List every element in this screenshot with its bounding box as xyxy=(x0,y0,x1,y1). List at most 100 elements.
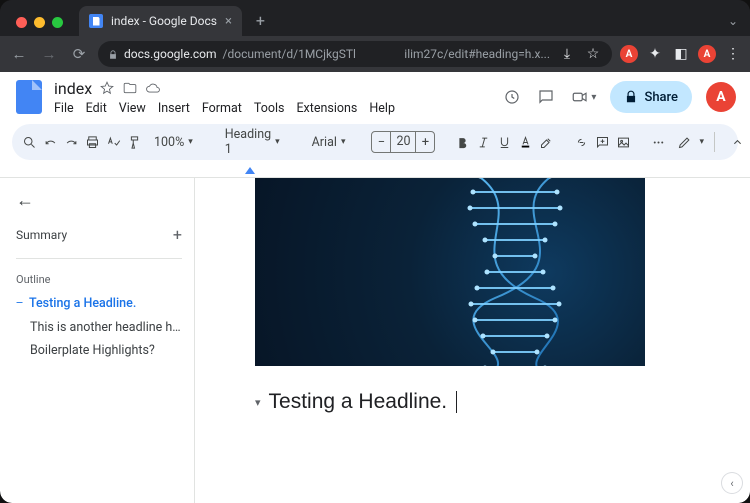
horizontal-ruler[interactable] xyxy=(0,164,750,178)
extensions-puzzle-icon[interactable]: ✦ xyxy=(646,45,664,63)
move-folder-icon[interactable] xyxy=(122,80,138,96)
google-docs-app: index File Edit View Insert Format Tools… xyxy=(0,72,750,503)
menu-extensions[interactable]: Extensions xyxy=(296,101,357,116)
browser-window: index - Google Docs × + ⌄ ← → ⟳ docs.goo… xyxy=(0,0,750,503)
collapse-heading-icon[interactable]: ▾ xyxy=(255,396,261,409)
chevron-down-icon: ▾ xyxy=(591,92,596,103)
zoom-dropdown[interactable]: 100%▾ xyxy=(148,135,199,150)
profile-a-icon[interactable]: A xyxy=(698,45,716,63)
menu-format[interactable]: Format xyxy=(202,101,242,116)
new-tab-button[interactable]: + xyxy=(250,11,271,36)
chevron-down-icon: ▾ xyxy=(188,137,193,147)
install-app-icon[interactable]: ⤓ xyxy=(558,45,576,63)
document-title[interactable]: index xyxy=(54,79,92,98)
document-canvas[interactable]: ▾ Testing a Headline. xyxy=(195,178,750,503)
decrease-font-button[interactable]: − xyxy=(372,135,390,150)
close-window-button[interactable] xyxy=(16,17,27,28)
menu-tools[interactable]: Tools xyxy=(254,101,285,116)
spellcheck-button[interactable] xyxy=(106,130,121,154)
heading-text[interactable]: Testing a Headline. xyxy=(269,390,448,414)
tab-overflow-icon[interactable]: ⌄ xyxy=(716,14,750,36)
history-icon[interactable] xyxy=(502,87,522,107)
font-family-dropdown[interactable]: Arial▾ xyxy=(306,135,352,150)
outline-label: Outline xyxy=(16,267,182,292)
browser-tab[interactable]: index - Google Docs × xyxy=(79,6,242,36)
account-avatar[interactable]: A xyxy=(706,82,736,112)
outline-sidebar: ← Summary + Outline — Testing a Headline… xyxy=(0,178,195,503)
hero-image[interactable] xyxy=(255,178,645,366)
docs-logo-icon[interactable] xyxy=(14,78,44,116)
hide-menus-button[interactable] xyxy=(725,130,749,154)
window-controls xyxy=(12,17,71,36)
chevron-down-icon: ▾ xyxy=(699,137,704,147)
browser-menu-icon[interactable]: ⋮ xyxy=(724,45,742,63)
insert-image-button[interactable] xyxy=(616,130,631,154)
dash-icon: — xyxy=(16,296,23,312)
undo-button[interactable] xyxy=(43,130,58,154)
docs-favicon-icon xyxy=(89,14,103,28)
italic-button[interactable] xyxy=(476,130,491,154)
text-cursor xyxy=(456,391,457,413)
app-body: ← Summary + Outline — Testing a Headline… xyxy=(0,178,750,503)
url-field[interactable]: docs.google.com/document/d/1MCjkgSTl ili… xyxy=(98,41,612,67)
search-icon[interactable] xyxy=(22,130,37,154)
insert-link-button[interactable] xyxy=(574,130,589,154)
underline-button[interactable] xyxy=(497,130,512,154)
more-tools-button[interactable] xyxy=(651,130,666,154)
explore-button[interactable]: ‹ xyxy=(722,473,742,493)
tab-close-icon[interactable]: × xyxy=(225,15,232,28)
chevron-down-icon: ▾ xyxy=(275,137,280,147)
collapse-outline-button[interactable]: ← xyxy=(16,188,182,221)
heading-block[interactable]: ▾ Testing a Headline. xyxy=(255,390,716,414)
bookmark-star-icon[interactable]: ☆ xyxy=(584,45,602,63)
menu-file[interactable]: File xyxy=(54,101,74,116)
menu-view[interactable]: View xyxy=(119,101,146,116)
share-button[interactable]: Share xyxy=(610,81,692,113)
comments-icon[interactable] xyxy=(536,87,556,107)
menu-help[interactable]: Help xyxy=(369,101,395,116)
lock-icon xyxy=(624,90,638,104)
increase-font-button[interactable]: + xyxy=(416,135,434,150)
url-suffix: ilim27c/edit#heading=h.x... xyxy=(404,47,550,61)
tab-strip: index - Google Docs × + ⌄ xyxy=(0,0,750,36)
url-host: docs.google.com xyxy=(124,47,217,61)
menu-insert[interactable]: Insert xyxy=(158,101,190,116)
maximize-window-button[interactable] xyxy=(52,17,63,28)
highlight-color-button[interactable] xyxy=(539,130,554,154)
paragraph-style-dropdown[interactable]: Heading 1▾ xyxy=(219,127,286,157)
print-button[interactable] xyxy=(85,130,100,154)
sidepanel-icon[interactable]: ◧ xyxy=(672,45,690,63)
outline-item-active[interactable]: — Testing a Headline. xyxy=(16,292,182,316)
video-camera-icon xyxy=(570,87,590,107)
text-color-button[interactable] xyxy=(518,130,533,154)
font-size-input[interactable]: 20 xyxy=(390,132,416,152)
app-header: index File Edit View Insert Format Tools… xyxy=(0,72,750,116)
font-size-stepper: − 20 + xyxy=(371,131,435,153)
outline-item[interactable]: Boilerplate Highlights? xyxy=(16,339,182,362)
share-label: Share xyxy=(644,90,678,105)
redo-button[interactable] xyxy=(64,130,79,154)
outline-item[interactable]: This is another headline here f... xyxy=(16,316,182,339)
tab-title: index - Google Docs xyxy=(111,14,217,28)
dna-helix-icon xyxy=(425,178,605,366)
divider xyxy=(16,258,182,259)
nav-back-button[interactable]: ← xyxy=(8,43,30,65)
bold-button[interactable] xyxy=(455,130,470,154)
add-summary-button[interactable]: + xyxy=(173,225,182,244)
cloud-status-icon[interactable] xyxy=(145,80,161,96)
menu-edit[interactable]: Edit xyxy=(86,101,107,116)
editing-mode-dropdown[interactable]: ▾ xyxy=(672,130,704,154)
url-path: /document/d/1MCjkgSTl xyxy=(223,47,356,61)
extension-a-icon[interactable]: A xyxy=(620,45,638,63)
toolbar-separator xyxy=(714,132,715,152)
menu-bar: File Edit View Insert Format Tools Exten… xyxy=(54,99,395,116)
paint-format-button[interactable] xyxy=(127,130,142,154)
star-icon[interactable] xyxy=(99,80,115,96)
add-comment-button[interactable] xyxy=(595,130,610,154)
left-indent-marker-icon[interactable] xyxy=(245,167,255,174)
nav-reload-button[interactable]: ⟳ xyxy=(68,43,90,65)
meet-dropdown[interactable]: ▾ xyxy=(570,87,596,107)
nav-forward-button[interactable]: → xyxy=(38,43,60,65)
minimize-window-button[interactable] xyxy=(34,17,45,28)
formatting-toolbar: 100%▾ Heading 1▾ Arial▾ − 20 + xyxy=(12,124,738,160)
